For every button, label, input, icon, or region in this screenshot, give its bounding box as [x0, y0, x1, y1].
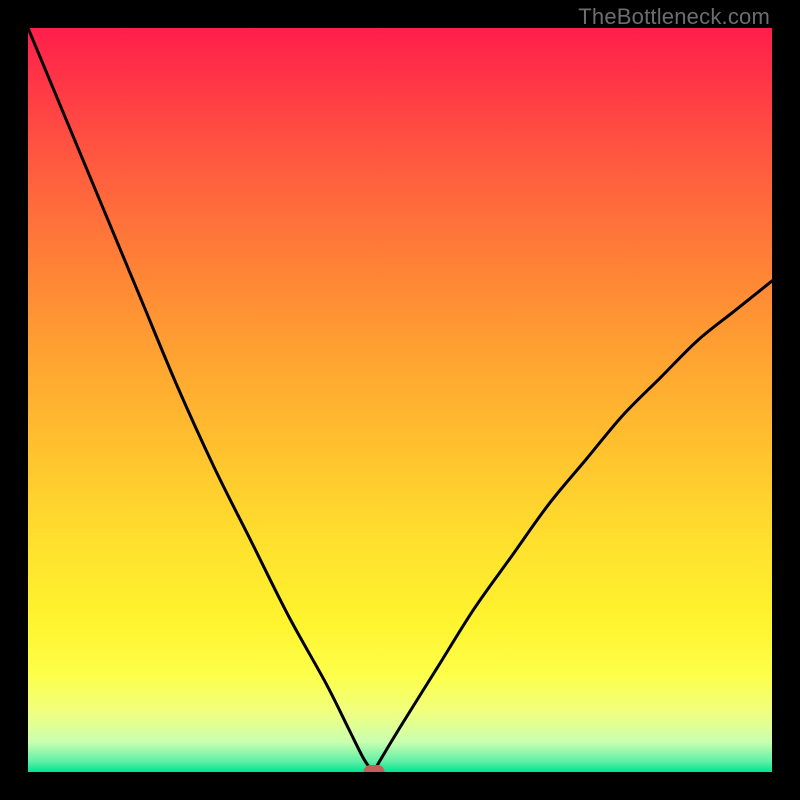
- watermark-text: TheBottleneck.com: [578, 4, 770, 30]
- bottleneck-curve: [28, 28, 772, 772]
- plot-area: [28, 28, 772, 772]
- outer-frame: TheBottleneck.com: [0, 0, 800, 800]
- optimal-marker: [363, 765, 384, 772]
